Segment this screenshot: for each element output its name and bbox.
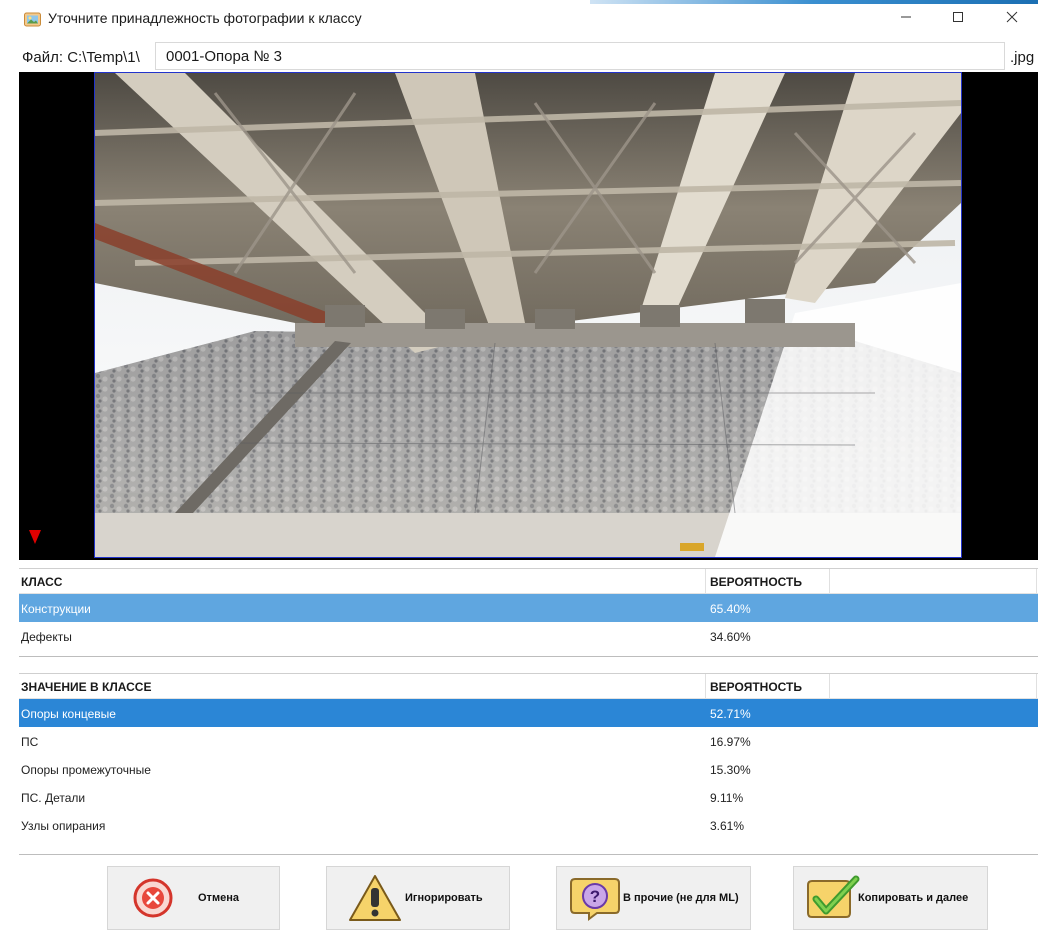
value-probability: 15.30% [710,763,751,777]
value-probability: 16.97% [710,735,751,749]
class-probability: 34.60% [710,630,751,644]
question-icon: ? [570,878,620,921]
ignore-button[interactable]: Игнорировать [326,866,510,930]
value-name: Опоры промежуточные [21,763,151,777]
value-probability: 3.61% [710,819,745,833]
value-row-ps[interactable]: ПС 16.97% [19,727,1038,755]
bridge-photo [95,73,961,557]
class-probability-column-header[interactable]: ВЕРОЯТНОСТЬ [710,575,802,589]
maximize-button[interactable] [932,0,984,34]
file-row: Файл: C:\Temp\1\ .jpg [0,42,1038,72]
value-name: Опоры концевые [21,707,116,721]
file-name-input[interactable] [155,42,1005,70]
cancel-button-label: Отмена [198,892,239,904]
file-path-label: Файл: C:\Temp\1\ [22,49,140,66]
photo-preview [94,72,962,558]
value-probability: 9.11% [710,791,744,805]
title-bar: Уточните принадлежность фотографии к кла… [0,0,1038,34]
class-name: Конструкции [21,602,91,616]
other-button-label: В прочие (не для ML) [623,892,739,904]
other-not-for-ml-button[interactable]: ? В прочие (не для ML) [556,866,751,930]
checkmark-icon [807,875,860,918]
class-table-header: КЛАСС ВЕРОЯТНОСТЬ [19,568,1038,594]
maximize-icon [953,12,963,22]
navigation-marker-icon[interactable] [29,530,41,544]
buttons-divider [19,854,1038,855]
cancel-button[interactable]: Отмена [107,866,280,930]
class-name: Дефекты [21,630,72,644]
class-probability: 65.40% [710,602,751,616]
value-row-bearing-nodes[interactable]: Узлы опирания 3.61% [19,811,1038,839]
warning-exclamation-icon [349,875,401,921]
copy-and-next-button[interactable]: Копировать и далее [793,866,988,930]
value-column-header[interactable]: ЗНАЧЕНИЕ В КЛАССЕ [21,680,151,694]
class-row-defects[interactable]: Дефекты 34.60% [19,622,1038,650]
value-table: ЗНАЧЕНИЕ В КЛАССЕ ВЕРОЯТНОСТЬ Опоры конц… [19,673,1038,839]
minimize-icon [901,16,911,18]
value-name: ПС. Детали [21,791,86,805]
ignore-button-label: Игнорировать [405,892,483,904]
class-column-header[interactable]: КЛАСС [21,575,62,589]
class-row-constructions[interactable]: Конструкции 65.40% [19,594,1038,622]
close-icon [1006,11,1018,23]
table-divider [19,656,1038,657]
value-name: ПС [21,735,39,749]
photo-viewer [19,72,1038,560]
cancel-x-icon [133,878,173,918]
value-name: Узлы опирания [21,819,106,833]
value-row-intermediate-supports[interactable]: Опоры промежуточные 15.30% [19,755,1038,783]
value-row-ps-details[interactable]: ПС. Детали 9.11% [19,783,1038,811]
value-probability-column-header[interactable]: ВЕРОЯТНОСТЬ [710,680,802,694]
svg-text:?: ? [590,887,600,906]
value-row-end-supports[interactable]: Опоры концевые 52.71% [19,699,1038,727]
file-extension-label: .jpg [1010,49,1035,66]
value-probability: 52.71% [710,707,751,721]
close-button[interactable] [986,0,1038,34]
app-icon [24,12,41,27]
minimize-button[interactable] [880,0,932,34]
window-title: Уточните принадлежность фотографии к кла… [48,10,362,26]
class-table: КЛАСС ВЕРОЯТНОСТЬ Конструкции 65.40% Деф… [19,568,1038,650]
copy-button-label: Копировать и далее [858,892,969,904]
value-table-header: ЗНАЧЕНИЕ В КЛАССЕ ВЕРОЯТНОСТЬ [19,673,1038,699]
